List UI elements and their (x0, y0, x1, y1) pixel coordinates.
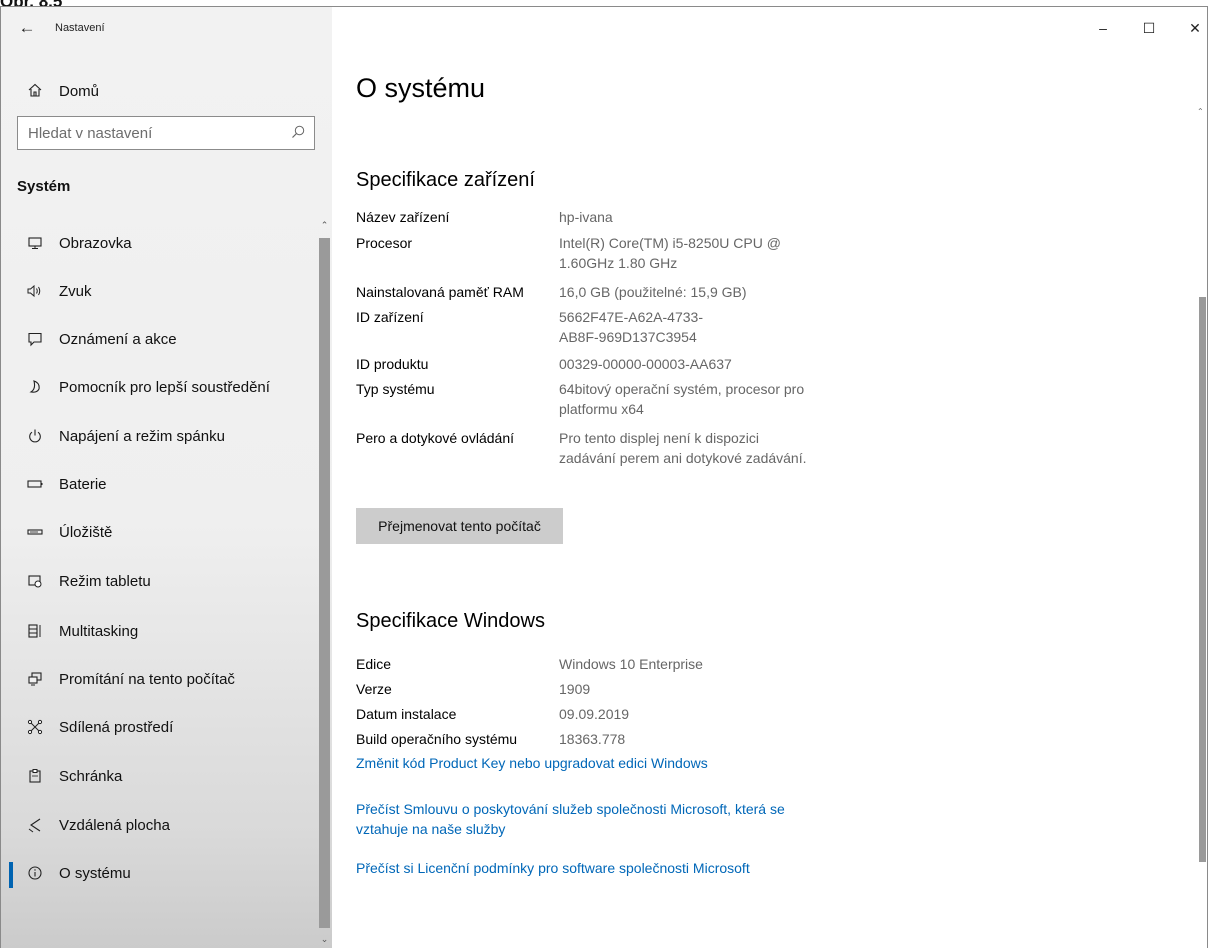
sidebar-item-label: Oznámení a akce (59, 331, 177, 348)
sidebar-item-projecting[interactable]: Promítání na tento počítač (1, 658, 317, 704)
maximize-icon: ☐ (1142, 20, 1156, 36)
sidebar-item-label: Vzdálená plocha (59, 817, 170, 834)
storage-icon (23, 524, 47, 544)
minimize-icon: – (1099, 20, 1107, 36)
sidebar-item-label: Úložiště (59, 524, 113, 541)
spec-label: Nainstalovaná paměť RAM (356, 284, 524, 300)
spec-value: 16,0 GB (použitelné: 15,9 GB) (559, 284, 747, 300)
close-button[interactable]: ✕ (1175, 13, 1207, 43)
sidebar-item-label: Promítání na tento počítač (59, 671, 235, 688)
sidebar-item-label: Baterie (59, 476, 107, 493)
spec-value: 5662F47E-A62A-4733-AB8F-969D137C3954 (559, 309, 703, 345)
multitasking-icon (23, 623, 47, 643)
spec-value: Pro tento displej není k dispozici zadáv… (559, 430, 807, 466)
sidebar-item-label: Domů (59, 83, 100, 100)
info-icon (23, 865, 47, 885)
projecting-icon (23, 671, 47, 691)
sidebar-item-about[interactable]: O systému (1, 852, 317, 898)
maximize-button[interactable]: ☐ (1129, 13, 1169, 43)
spec-label: Datum instalace (356, 706, 457, 722)
sidebar-item-label: Schránka (59, 768, 123, 785)
search-placeholder: Hledat v nastavení (28, 125, 153, 142)
sidebar-item-label: Zvuk (59, 283, 92, 300)
spec-label: Typ systému (356, 381, 435, 397)
spec-label: Verze (356, 681, 392, 697)
change-product-key-link[interactable]: Změnit kód Product Key nebo upgradovat e… (356, 753, 876, 773)
spec-label: Procesor (356, 235, 413, 251)
sidebar-item-home[interactable]: Domů (1, 73, 332, 109)
sidebar-item-label: Sdílená prostředí (59, 719, 174, 736)
clipboard-icon (23, 768, 47, 788)
spec-value: 64bitový operační systém, procesor pro p… (559, 381, 805, 417)
scroll-down-arrow-icon[interactable]: ⌄ (317, 930, 332, 948)
sidebar-item-clipboard[interactable]: Schránka (1, 755, 317, 801)
spec-label: Pero a dotykové ovládání (356, 430, 514, 446)
sidebar-item-remote-desktop[interactable]: Vzdálená plocha (1, 804, 317, 850)
spec-label: ID produktu (356, 356, 429, 372)
remote-desktop-icon (23, 817, 47, 837)
windows-specs-heading: Specifikace Windows (356, 610, 545, 632)
spec-value: 00329-00000-00003-AA637 (559, 356, 732, 372)
sidebar: ← Nastavení Domů Hledat v nastavení Syst… (1, 7, 332, 948)
close-icon: ✕ (1189, 20, 1201, 36)
search-icon (290, 124, 306, 145)
speaker-icon (23, 283, 47, 303)
sidebar-item-storage[interactable]: Úložiště (1, 511, 317, 557)
sidebar-item-sound[interactable]: Zvuk (1, 270, 317, 316)
sidebar-item-label: Režim tabletu (59, 573, 151, 590)
power-icon (23, 428, 47, 448)
sidebar-item-tablet-mode[interactable]: Režim tabletu (1, 560, 317, 606)
spec-value: 18363.778 (559, 731, 626, 747)
arrow-left-icon: ← (18, 18, 36, 37)
sidebar-item-label: Multitasking (59, 623, 139, 640)
spec-value: 09.09.2019 (559, 706, 630, 722)
main-content: – ☐ ✕ O systému Specifikace zařízení Náz… (332, 7, 1207, 948)
active-indicator (9, 862, 13, 888)
sidebar-item-label: Obrazovka (59, 235, 132, 252)
sidebar-item-label: O systému (59, 865, 131, 882)
sidebar-item-label: Napájení a režim spánku (59, 428, 225, 445)
shared-experiences-icon (23, 719, 47, 739)
sidebar-item-multitasking[interactable]: Multitasking (1, 610, 317, 656)
battery-icon (23, 476, 47, 496)
spec-label: Build operačního systému (356, 731, 518, 747)
sidebar-item-display[interactable]: Obrazovka (1, 222, 317, 268)
license-terms-link[interactable]: Přečíst si Licenční podmínky pro softwar… (356, 858, 876, 878)
spec-value: Windows 10 Enterprise (559, 656, 703, 672)
sidebar-item-shared-experiences[interactable]: Sdílená prostředí (1, 706, 317, 752)
tablet-mode-icon (23, 573, 47, 593)
device-specs-heading: Specifikace zařízení (356, 169, 535, 191)
minimize-button[interactable]: – (1083, 13, 1123, 43)
notification-icon (23, 331, 47, 351)
moon-icon (23, 379, 47, 399)
display-icon (23, 235, 47, 255)
spec-value: hp-ivana (559, 209, 613, 225)
scroll-up-arrow-icon[interactable]: ⌃ (1197, 107, 1204, 116)
sidebar-item-focus-assist[interactable]: Pomocník pro lepší soustředění (1, 366, 317, 412)
search-input[interactable]: Hledat v nastavení (17, 116, 315, 150)
spec-value: 1909 (559, 681, 591, 697)
services-agreement-link[interactable]: Přečíst Smlouvu o poskytování služeb spo… (356, 799, 816, 839)
sidebar-item-label: Pomocník pro lepší soustředění (59, 379, 270, 396)
section-title: Systém (17, 178, 71, 195)
sidebar-item-power-sleep[interactable]: Napájení a režim spánku (1, 415, 317, 461)
spec-label: Název zařízení (356, 209, 450, 225)
app-title: Nastavení (55, 22, 105, 34)
spec-label: ID zařízení (356, 309, 424, 325)
settings-window: ← Nastavení Domů Hledat v nastavení Syst… (0, 6, 1208, 948)
home-icon (23, 82, 47, 102)
scroll-up-arrow-icon[interactable]: ⌃ (317, 216, 332, 234)
sidebar-item-battery[interactable]: Baterie (1, 463, 317, 509)
rename-pc-button[interactable]: Přejmenovat tento počítač (356, 508, 563, 544)
spec-value: Intel(R) Core(TM) i5-8250U CPU @ 1.60GHz… (559, 235, 781, 271)
page-title: O systému (356, 73, 486, 103)
back-button[interactable]: ← (11, 15, 43, 41)
scroll-thumb[interactable] (319, 238, 330, 928)
sidebar-item-notifications[interactable]: Oznámení a akce (1, 318, 317, 364)
spec-label: Edice (356, 656, 392, 672)
main-scrollbar[interactable]: ⌃ (1195, 107, 1207, 948)
sidebar-scrollbar[interactable]: ⌃ ⌄ (317, 216, 332, 948)
scroll-thumb[interactable] (1199, 297, 1206, 862)
